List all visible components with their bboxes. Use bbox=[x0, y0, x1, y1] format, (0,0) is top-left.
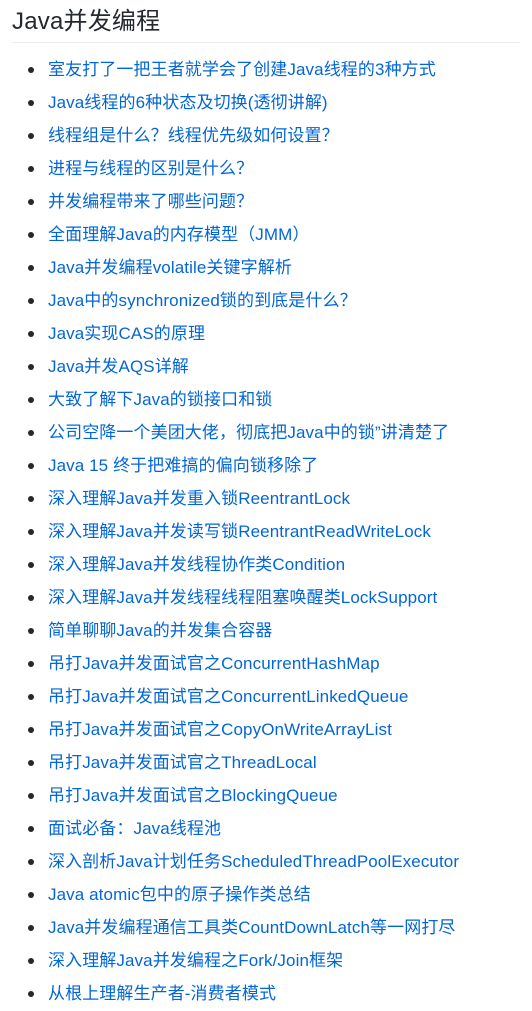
list-item: 深入理解Java并发线程协作类Condition bbox=[28, 548, 520, 581]
bullet-icon bbox=[28, 957, 34, 964]
bullet-icon bbox=[28, 297, 34, 304]
bullet-icon bbox=[28, 231, 34, 238]
list-item: Java并发AQS详解 bbox=[28, 350, 520, 383]
bullet-icon bbox=[28, 561, 34, 568]
list-item: 从根上理解生产者-消费者模式 bbox=[28, 977, 520, 1010]
article-link[interactable]: 线程组是什么？线程优先级如何设置？ bbox=[48, 119, 339, 152]
bullet-icon bbox=[28, 990, 34, 997]
article-link[interactable]: 室友打了一把王者就学会了创建Java线程的3种方式 bbox=[48, 53, 436, 86]
bullet-icon bbox=[28, 594, 34, 601]
bullet-icon bbox=[28, 660, 34, 667]
bullet-icon bbox=[28, 825, 34, 832]
bullet-icon bbox=[28, 495, 34, 502]
article-link[interactable]: Java 15 终于把难搞的偏向锁移除了 bbox=[48, 449, 318, 482]
article-link[interactable]: 全面理解Java的内存模型（JMM） bbox=[48, 218, 310, 251]
bullet-icon bbox=[28, 528, 34, 535]
bullet-icon bbox=[28, 363, 34, 370]
list-item: 大致了解下Java的锁接口和锁 bbox=[28, 383, 520, 416]
bullet-icon bbox=[28, 66, 34, 73]
list-item: 吊打Java并发面试官之ConcurrentHashMap bbox=[28, 647, 520, 680]
list-item: 深入理解Java并发编程之Fork/Join框架 bbox=[28, 944, 520, 977]
bullet-icon bbox=[28, 726, 34, 733]
article-link[interactable]: 公司空降一个美团大佬，彻底把Java中的锁”讲清楚了 bbox=[48, 416, 449, 449]
article-link[interactable]: Java线程的6种状态及切换(透彻讲解) bbox=[48, 86, 328, 119]
article-link[interactable]: 简单聊聊Java的并发集合容器 bbox=[48, 614, 272, 647]
list-item: 吊打Java并发面试官之CopyOnWriteArrayList bbox=[28, 713, 520, 746]
list-item: 面试必备：Java线程池 bbox=[28, 812, 520, 845]
page: Java并发编程 室友打了一把王者就学会了创建Java线程的3种方式 Java线… bbox=[0, 0, 532, 1011]
bullet-icon bbox=[28, 132, 34, 139]
bullet-icon bbox=[28, 264, 34, 271]
bullet-icon bbox=[28, 462, 34, 469]
list-item: 公司空降一个美团大佬，彻底把Java中的锁”讲清楚了 bbox=[28, 416, 520, 449]
bullet-icon bbox=[28, 759, 34, 766]
bullet-icon bbox=[28, 924, 34, 931]
bullet-icon bbox=[28, 693, 34, 700]
bullet-icon bbox=[28, 330, 34, 337]
list-item: Java线程的6种状态及切换(透彻讲解) bbox=[28, 86, 520, 119]
article-link[interactable]: 吊打Java并发面试官之CopyOnWriteArrayList bbox=[48, 713, 392, 746]
list-item: 深入理解Java并发读写锁ReentrantReadWriteLock bbox=[28, 515, 520, 548]
list-item: 深入剖析Java计划任务ScheduledThreadPoolExecutor bbox=[28, 845, 520, 878]
article-link[interactable]: Java中的synchronized锁的到底是什么？ bbox=[48, 284, 357, 317]
bullet-icon bbox=[28, 627, 34, 634]
title-divider bbox=[12, 42, 520, 43]
article-link[interactable]: 从根上理解生产者-消费者模式 bbox=[48, 977, 276, 1010]
article-link[interactable]: 吊打Java并发面试官之ThreadLocal bbox=[48, 746, 317, 779]
article-link[interactable]: 深入理解Java并发重入锁ReentrantLock bbox=[48, 482, 350, 515]
article-list: 室友打了一把王者就学会了创建Java线程的3种方式 Java线程的6种状态及切换… bbox=[12, 53, 520, 1010]
list-item: 简单聊聊Java的并发集合容器 bbox=[28, 614, 520, 647]
list-item: 吊打Java并发面试官之BlockingQueue bbox=[28, 779, 520, 812]
article-link[interactable]: 深入理解Java并发线程协作类Condition bbox=[48, 548, 345, 581]
article-link[interactable]: Java atomic包中的原子操作类总结 bbox=[48, 878, 311, 911]
list-item: 进程与线程的区别是什么？ bbox=[28, 152, 520, 185]
list-item: Java中的synchronized锁的到底是什么？ bbox=[28, 284, 520, 317]
article-link[interactable]: Java并发编程通信工具类CountDownLatch等一网打尽 bbox=[48, 911, 456, 944]
list-item: 吊打Java并发面试官之ConcurrentLinkedQueue bbox=[28, 680, 520, 713]
bullet-icon bbox=[28, 99, 34, 106]
article-link[interactable]: 深入理解Java并发读写锁ReentrantReadWriteLock bbox=[48, 515, 431, 548]
page-title: Java并发编程 bbox=[12, 8, 161, 35]
bullet-icon bbox=[28, 792, 34, 799]
bullet-icon bbox=[28, 198, 34, 205]
article-link[interactable]: 吊打Java并发面试官之ConcurrentHashMap bbox=[48, 647, 380, 680]
list-item: 吊打Java并发面试官之ThreadLocal bbox=[28, 746, 520, 779]
article-link[interactable]: Java并发编程volatile关键字解析 bbox=[48, 251, 292, 284]
article-link[interactable]: 面试必备：Java线程池 bbox=[48, 812, 221, 845]
article-link[interactable]: 吊打Java并发面试官之BlockingQueue bbox=[48, 779, 338, 812]
list-item: Java并发编程volatile关键字解析 bbox=[28, 251, 520, 284]
article-link[interactable]: Java并发AQS详解 bbox=[48, 350, 189, 383]
list-item: 线程组是什么？线程优先级如何设置？ bbox=[28, 119, 520, 152]
list-item: Java 15 终于把难搞的偏向锁移除了 bbox=[28, 449, 520, 482]
article-link[interactable]: 深入剖析Java计划任务ScheduledThreadPoolExecutor bbox=[48, 845, 459, 878]
article-link[interactable]: 进程与线程的区别是什么？ bbox=[48, 152, 253, 185]
list-item: 全面理解Java的内存模型（JMM） bbox=[28, 218, 520, 251]
article-link[interactable]: 深入理解Java并发线程线程阻塞唤醒类LockSupport bbox=[48, 581, 437, 614]
bullet-icon bbox=[28, 165, 34, 172]
bullet-icon bbox=[28, 891, 34, 898]
bullet-icon bbox=[28, 396, 34, 403]
list-item: 并发编程带来了哪些问题？ bbox=[28, 185, 520, 218]
list-item: Java atomic包中的原子操作类总结 bbox=[28, 878, 520, 911]
bullet-icon bbox=[28, 858, 34, 865]
bullet-icon bbox=[28, 429, 34, 436]
article-link[interactable]: 吊打Java并发面试官之ConcurrentLinkedQueue bbox=[48, 680, 408, 713]
list-item: 深入理解Java并发重入锁ReentrantLock bbox=[28, 482, 520, 515]
list-item: 深入理解Java并发线程线程阻塞唤醒类LockSupport bbox=[28, 581, 520, 614]
list-item: 室友打了一把王者就学会了创建Java线程的3种方式 bbox=[28, 53, 520, 86]
article-link[interactable]: 大致了解下Java的锁接口和锁 bbox=[48, 383, 272, 416]
list-item: Java实现CAS的原理 bbox=[28, 317, 520, 350]
list-item: Java并发编程通信工具类CountDownLatch等一网打尽 bbox=[28, 911, 520, 944]
article-link[interactable]: 深入理解Java并发编程之Fork/Join框架 bbox=[48, 944, 343, 977]
article-link[interactable]: Java实现CAS的原理 bbox=[48, 317, 205, 350]
article-link[interactable]: 并发编程带来了哪些问题？ bbox=[48, 185, 253, 218]
